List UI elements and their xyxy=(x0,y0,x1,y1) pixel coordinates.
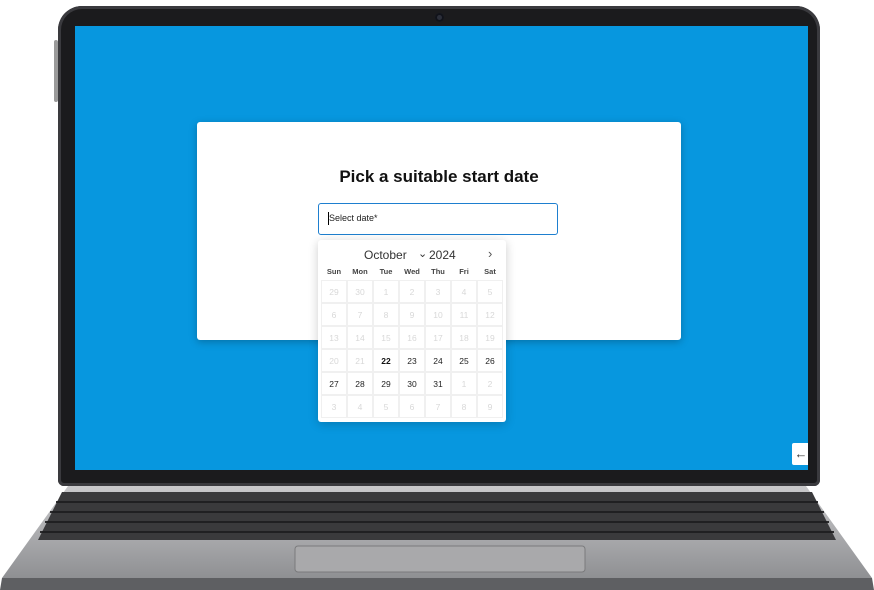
calendar-day[interactable]: 29 xyxy=(373,372,399,395)
calendar-day: 9 xyxy=(399,303,425,326)
calendar-day: 13 xyxy=(321,326,347,349)
screen: Pick a suitable start date Select date* … xyxy=(75,26,808,470)
weekday-label: Fri xyxy=(459,267,469,276)
calendar-day: 20 xyxy=(321,349,347,372)
calendar-day: 2 xyxy=(477,372,503,395)
month-label[interactable]: October xyxy=(364,248,407,262)
select-date-input[interactable]: Select date* xyxy=(318,203,558,235)
calendar-day[interactable]: 30 xyxy=(399,372,425,395)
calendar-day: 17 xyxy=(425,326,451,349)
calendar-day: 30 xyxy=(347,280,373,303)
calendar-day: 3 xyxy=(425,280,451,303)
arrow-left-icon[interactable]: ← xyxy=(792,443,808,465)
calendar-day: 10 xyxy=(425,303,451,326)
laptop-base xyxy=(0,474,874,590)
calendar-day: 9 xyxy=(477,395,503,418)
calendar-day: 12 xyxy=(477,303,503,326)
calendar-day: 14 xyxy=(347,326,373,349)
weekday-label: Wed xyxy=(404,267,420,276)
weekday-label: Sat xyxy=(484,267,496,276)
calendar-day: 7 xyxy=(347,303,373,326)
calendar-day: 11 xyxy=(451,303,477,326)
calendar-day: 2 xyxy=(399,280,425,303)
select-date-placeholder: Select date* xyxy=(329,213,378,223)
weekday-label: Mon xyxy=(352,267,368,276)
calendar-day: 1 xyxy=(373,280,399,303)
calendar-day: 6 xyxy=(321,303,347,326)
calendar-day: 15 xyxy=(373,326,399,349)
calendar-day[interactable]: 22 xyxy=(373,349,399,372)
chevron-right-icon[interactable]: › xyxy=(488,246,492,261)
calendar-day: 5 xyxy=(477,280,503,303)
calendar-day: 1 xyxy=(451,372,477,395)
calendar-day[interactable]: 27 xyxy=(321,372,347,395)
weekday-label: Sun xyxy=(326,267,342,276)
page-title: Pick a suitable start date xyxy=(339,167,539,186)
calendar-popup: October ⌄ 2024 › Sun Mon Tue Wed Thu Fri Sat 2… xyxy=(318,240,506,422)
calendar-day[interactable]: 23 xyxy=(399,349,425,372)
calendar-day: 18 xyxy=(451,326,477,349)
calendar-day: 5 xyxy=(373,395,399,418)
keyboard-deck-graphic xyxy=(0,486,874,590)
calendar-header: October ⌄ 2024 › xyxy=(318,246,506,264)
calendar-day: 6 xyxy=(399,395,425,418)
calendar-day[interactable]: 25 xyxy=(451,349,477,372)
calendar-day: 21 xyxy=(347,349,373,372)
calendar-day: 4 xyxy=(347,395,373,418)
calendar-day: 19 xyxy=(477,326,503,349)
chevron-down-icon[interactable]: ⌄ xyxy=(418,247,427,260)
calendar-day: 29 xyxy=(321,280,347,303)
calendar-day: 8 xyxy=(373,303,399,326)
webcam xyxy=(435,13,444,22)
calendar-day[interactable]: 28 xyxy=(347,372,373,395)
weekday-label: Tue xyxy=(379,267,393,276)
calendar-day: 16 xyxy=(399,326,425,349)
year-label[interactable]: 2024 xyxy=(429,248,456,262)
calendar-day: 7 xyxy=(425,395,451,418)
calendar-day: 4 xyxy=(451,280,477,303)
calendar-day[interactable]: 31 xyxy=(425,372,451,395)
weekday-label: Thu xyxy=(431,267,445,276)
calendar-day[interactable]: 26 xyxy=(477,349,503,372)
calendar-day: 3 xyxy=(321,395,347,418)
calendar-day[interactable]: 24 xyxy=(425,349,451,372)
calendar-day: 8 xyxy=(451,395,477,418)
